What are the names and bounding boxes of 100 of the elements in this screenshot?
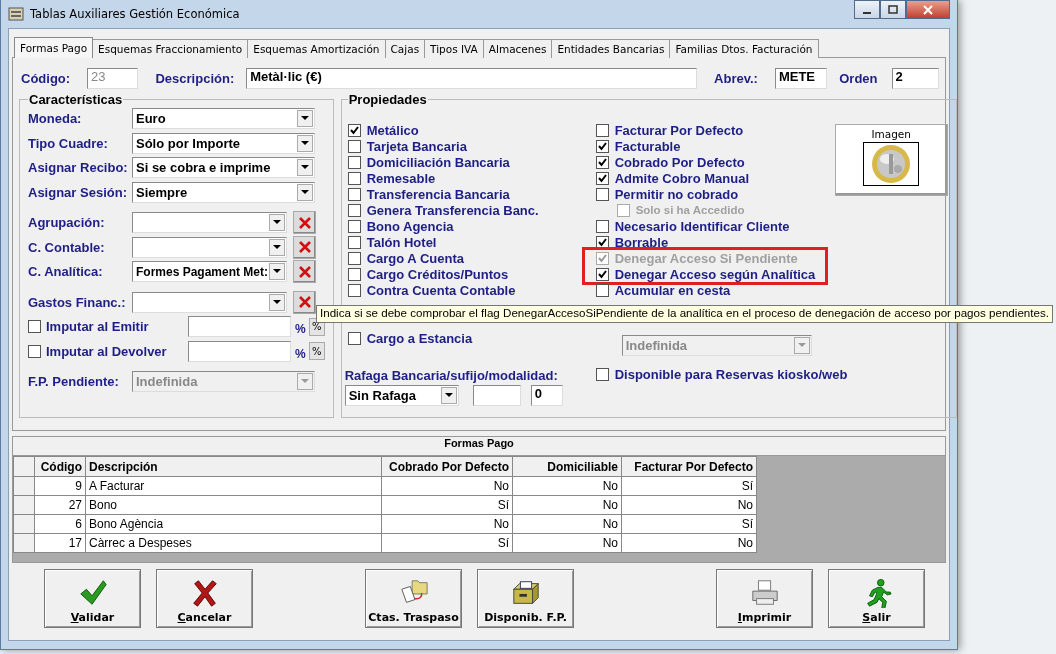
text-field[interactable]: 23 — [87, 67, 139, 89]
checkbox[interactable] — [347, 283, 361, 297]
cancel-button[interactable]: Cancelar — [156, 569, 253, 628]
text-field[interactable]: Metàl·lic (€) — [246, 67, 698, 89]
checkbox-label: Borrable — [614, 234, 669, 250]
checkbox[interactable] — [28, 320, 41, 334]
text-field[interactable] — [472, 385, 521, 406]
toolbar-button[interactable]: Disponib. F.P. — [477, 569, 574, 628]
field-label: Asignar Recibo: — [28, 160, 129, 176]
checkbox-label: Talón Hotel — [366, 234, 437, 250]
percent-field[interactable] — [188, 340, 291, 362]
field-label: Descripción: — [155, 70, 235, 86]
column-header[interactable]: Domiciliable — [512, 456, 622, 477]
dropdown[interactable] — [132, 291, 287, 313]
validate-button[interactable]: Validar — [44, 569, 141, 628]
checkbox[interactable] — [28, 344, 41, 358]
dropdown[interactable] — [132, 236, 287, 258]
table-cell: No — [512, 495, 622, 515]
checkbox[interactable] — [595, 139, 609, 153]
column-header[interactable]: Facturar Por Defecto — [621, 456, 757, 477]
printer-icon — [749, 578, 780, 608]
dropdown[interactable]: Sin Rafaga — [344, 385, 459, 406]
tab[interactable]: Tipos IVA — [424, 39, 484, 58]
minimize-button[interactable] — [854, 0, 880, 19]
checkbox[interactable] — [347, 331, 361, 345]
table-cell: Sí — [621, 514, 757, 534]
table-cell: Bono Agència — [85, 514, 382, 534]
table-cell: Sí — [621, 476, 757, 496]
close-button[interactable] — [906, 0, 950, 19]
checkbox-label: Denegar Acceso Si Pendiente — [614, 250, 798, 266]
checkbox[interactable] — [595, 187, 609, 201]
table-cell: No — [381, 476, 513, 496]
header-corner — [13, 456, 35, 477]
tab[interactable]: Formas Pago — [14, 37, 94, 58]
checkbox-label: Permitir no cobrado — [614, 186, 739, 202]
checkbox[interactable] — [595, 367, 609, 381]
group-title: Características — [28, 92, 124, 107]
percent-field[interactable] — [188, 316, 291, 338]
exit-button[interactable]: Salir — [828, 569, 925, 628]
dropdown[interactable]: Siempre — [132, 181, 315, 203]
cross-icon — [297, 295, 312, 310]
image-button[interactable]: Imagen — [834, 124, 948, 196]
clear-button[interactable] — [293, 260, 316, 284]
checkbox[interactable] — [347, 123, 361, 137]
table-cell: Càrrec a Despeses — [85, 533, 382, 553]
checkbox-label: Remesable — [366, 170, 436, 186]
tab[interactable]: Esquemas Fraccionamiento — [92, 39, 249, 58]
maximize-icon — [888, 4, 898, 15]
field-label: Moneda: — [28, 111, 83, 127]
dropdown[interactable] — [132, 212, 287, 234]
field-label: Abrev.: — [714, 70, 758, 86]
column-header[interactable]: Código — [34, 456, 86, 477]
percent-button[interactable]: % — [308, 342, 325, 361]
checkbox[interactable] — [595, 171, 609, 185]
checkbox[interactable] — [347, 139, 361, 153]
checkbox[interactable] — [347, 171, 361, 185]
dropdown[interactable]: Si se cobra e imprime — [132, 157, 315, 179]
checkbox[interactable] — [347, 251, 361, 265]
checkbox[interactable] — [347, 155, 361, 169]
clear-button[interactable] — [293, 235, 316, 259]
checkbox[interactable] — [347, 267, 361, 281]
checkbox-label: Transferencia Bancaria — [366, 186, 510, 202]
checkbox[interactable] — [595, 123, 609, 137]
toolbar-button[interactable]: Ctas. Traspaso — [365, 569, 462, 628]
print-button[interactable]: Imprimir — [716, 569, 813, 628]
checkbox[interactable] — [347, 203, 361, 217]
checkbox[interactable] — [595, 155, 609, 169]
column-header[interactable]: Descripción — [85, 456, 382, 477]
checkbox-label: Imputar al Devolver — [46, 343, 168, 359]
field-label: Asignar Sesión: — [28, 184, 128, 200]
field-label: C. Contable: — [28, 239, 106, 255]
checkbox-label: Facturar Por Defecto — [614, 122, 744, 138]
checkbox-label: Genera Transferencia Banc. — [366, 202, 539, 218]
checkbox[interactable] — [595, 267, 609, 281]
checkbox[interactable] — [347, 235, 361, 249]
column-header[interactable]: Cobrado Por Defecto — [381, 456, 513, 477]
checkbox-label: Bono Agencia — [366, 218, 454, 234]
text-field[interactable]: METE — [774, 67, 828, 89]
checkbox-label: Domiciliación Bancaria — [366, 154, 510, 170]
tab[interactable]: Entidades Bancarias — [551, 39, 671, 58]
text-field[interactable]: 2 — [891, 67, 939, 89]
checkbox[interactable] — [595, 219, 609, 233]
tab[interactable]: Almacenes — [482, 39, 553, 58]
field-label: Gastos Financ.: — [28, 294, 127, 310]
field-label: Orden — [839, 70, 878, 86]
checkbox[interactable] — [347, 219, 361, 233]
maximize-button[interactable] — [880, 0, 906, 19]
tab[interactable]: Cajas — [384, 39, 426, 58]
checkbox[interactable] — [347, 187, 361, 201]
text-field[interactable]: 0 — [530, 385, 563, 406]
dropdown[interactable]: Sólo por Importe — [132, 132, 315, 154]
checkbox-label: Imputar al Emitir — [46, 319, 150, 335]
clear-button[interactable] — [293, 290, 316, 314]
clear-button[interactable] — [293, 211, 316, 235]
tab[interactable]: Familias Dtos. Facturación — [669, 39, 819, 58]
dropdown[interactable]: Euro — [132, 108, 315, 130]
group-title: Propiedades — [347, 92, 428, 107]
tab[interactable]: Esquemas Amortización — [247, 39, 386, 58]
close-icon — [923, 4, 933, 15]
dropdown[interactable]: Formes Pagament Met: — [132, 261, 287, 283]
